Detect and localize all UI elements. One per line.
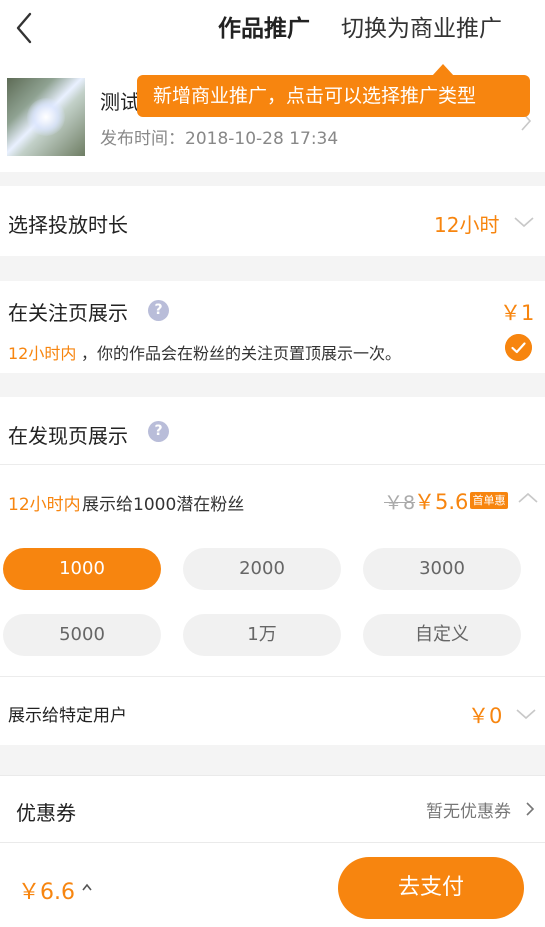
chevron-right-icon (526, 802, 535, 816)
coupon-label: 优惠券 (16, 801, 76, 825)
work-name: 测试 (100, 90, 140, 114)
duration-label: 选择投放时长 (8, 213, 128, 237)
help-icon[interactable]: ? (148, 300, 169, 321)
discover-desc-highlight: 12小时内 (8, 495, 81, 515)
follow-desc-highlight: 12小时内 (8, 344, 77, 363)
discount-price: ￥5.6 (414, 490, 469, 514)
page-title: 作品推广 (218, 16, 310, 42)
divider (0, 676, 545, 677)
first-order-badge: 首单惠 (470, 492, 508, 509)
follow-page-price: ￥1 (500, 301, 535, 325)
chevron-up-icon[interactable] (516, 490, 540, 506)
specific-users-price: ￥0 (468, 704, 503, 728)
specific-users-label[interactable]: 展示给特定用户 (8, 701, 127, 726)
back-arrow-icon[interactable] (12, 8, 42, 48)
work-publish-time: 发布时间：2018-10-28 17:34 (100, 129, 339, 149)
audience-option-custom[interactable]: 自定义 (363, 614, 521, 656)
total-price[interactable]: ￥6.6 (18, 874, 75, 906)
chevron-down-icon[interactable] (514, 706, 538, 722)
chevron-down-icon[interactable] (512, 214, 536, 230)
audience-option-1000[interactable]: 1000 (3, 548, 161, 590)
switch-commercial-button[interactable]: 切换为商业推广 (341, 9, 502, 43)
audience-option-2000[interactable]: 2000 (183, 548, 341, 590)
discover-page-title: 在发现页展示 (8, 424, 128, 448)
help-icon[interactable]: ? (148, 421, 169, 442)
discover-desc: 展示给1000潜在粉丝 (82, 495, 245, 515)
duration-value[interactable]: 12小时 (434, 209, 499, 238)
audience-option-10k[interactable]: 1万 (183, 614, 341, 656)
commercial-tooltip[interactable]: 新增商业推广，点击可以选择推广类型 (137, 75, 530, 117)
follow-page-title: 在关注页展示 (8, 301, 128, 325)
pay-button[interactable]: 去支付 (338, 857, 524, 919)
check-circle-icon[interactable] (505, 334, 532, 361)
caret-up-icon[interactable] (80, 881, 94, 893)
divider (0, 464, 545, 465)
audience-option-3000[interactable]: 3000 (363, 548, 521, 590)
follow-desc: ，你的作品会在粉丝的关注页置顶展示一次。 (81, 344, 402, 363)
original-price: ￥8 (384, 492, 416, 514)
coupon-value: 暂无优惠券 (426, 802, 511, 822)
audience-option-5000[interactable]: 5000 (3, 614, 161, 656)
work-thumbnail (7, 78, 85, 156)
thumbnail-glow (27, 98, 65, 136)
